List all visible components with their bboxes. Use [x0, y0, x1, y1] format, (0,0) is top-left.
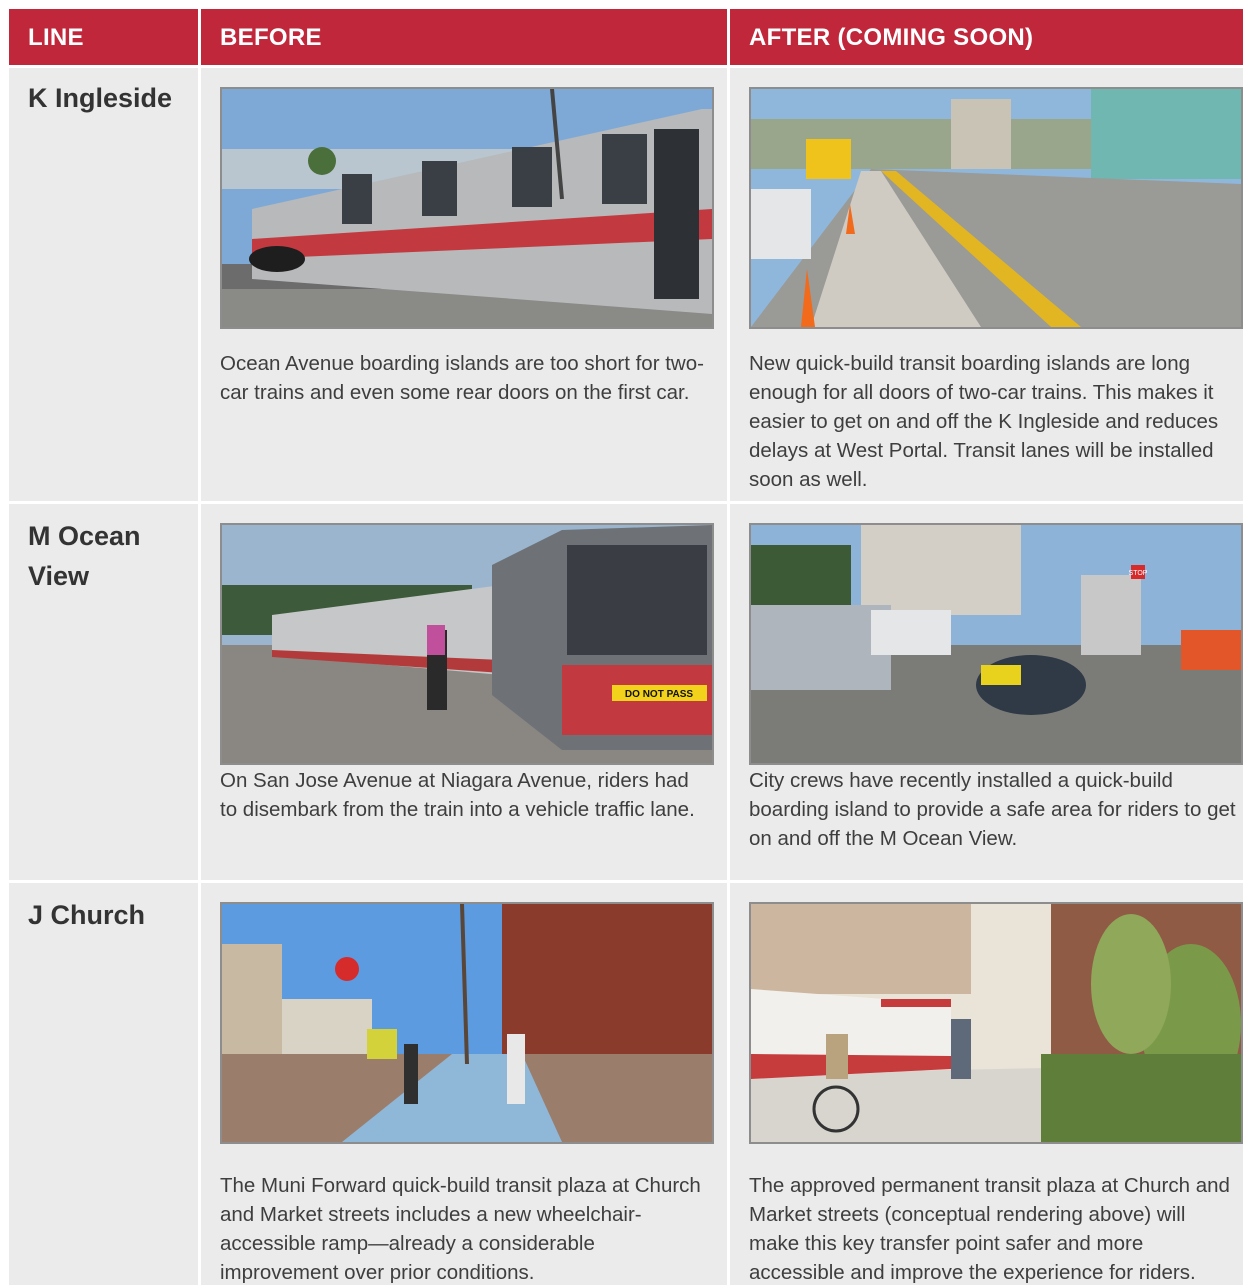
row-k-line-cell: K Ingleside: [9, 68, 198, 501]
before-caption: Ocean Avenue boarding islands are too sh…: [220, 352, 704, 404]
row-j-before-cell: The Muni Forward quick-build transit pla…: [201, 883, 727, 1285]
row-k-before-cell: Ocean Avenue boarding islands are too sh…: [201, 68, 727, 501]
header-after: AFTER (COMING SOON): [730, 9, 1243, 65]
after-photo: [749, 87, 1243, 329]
row-k-after-cell: New quick-build transit boarding islands…: [730, 68, 1243, 501]
header-line-label: LINE: [28, 24, 84, 51]
before-photo: DO NOT PASS: [220, 523, 714, 765]
before-caption: The Muni Forward quick-build transit pla…: [220, 1174, 701, 1284]
before-photo: [220, 902, 714, 1144]
before-caption: On San Jose Avenue at Niagara Avenue, ri…: [220, 769, 695, 821]
line-name: J Church: [28, 900, 146, 930]
row-m-before-cell: DO NOT PASS On San Jose Avenue at Niagar…: [201, 504, 727, 880]
line-name-part1: M Ocean: [28, 521, 141, 551]
row-j-after-cell: The approved permanent transit plaza at …: [730, 883, 1243, 1285]
after-caption: New quick-build transit boarding islands…: [749, 352, 1219, 491]
before-photo: [220, 87, 714, 329]
stop-sign: STOP: [1129, 570, 1148, 577]
row-m-line-cell: M Ocean View: [9, 504, 198, 880]
line-name: K Ingleside: [28, 83, 173, 113]
after-caption: City crews have recently installed a qui…: [749, 769, 1236, 850]
do-not-pass-sign: DO NOT PASS: [625, 689, 693, 700]
header-before: BEFORE: [201, 9, 727, 65]
row-j-line-cell: J Church: [9, 883, 198, 1285]
after-photo: STOP: [749, 523, 1243, 765]
row-m-after-cell: STOP City crews have recently installed …: [730, 504, 1243, 880]
after-photo: [749, 902, 1243, 1144]
header-line: LINE: [9, 9, 198, 65]
line-name-part2: View: [28, 561, 90, 591]
header-before-label: BEFORE: [220, 24, 322, 51]
header-after-label: AFTER (COMING SOON): [749, 24, 1034, 51]
after-caption: The approved permanent transit plaza at …: [749, 1174, 1230, 1284]
